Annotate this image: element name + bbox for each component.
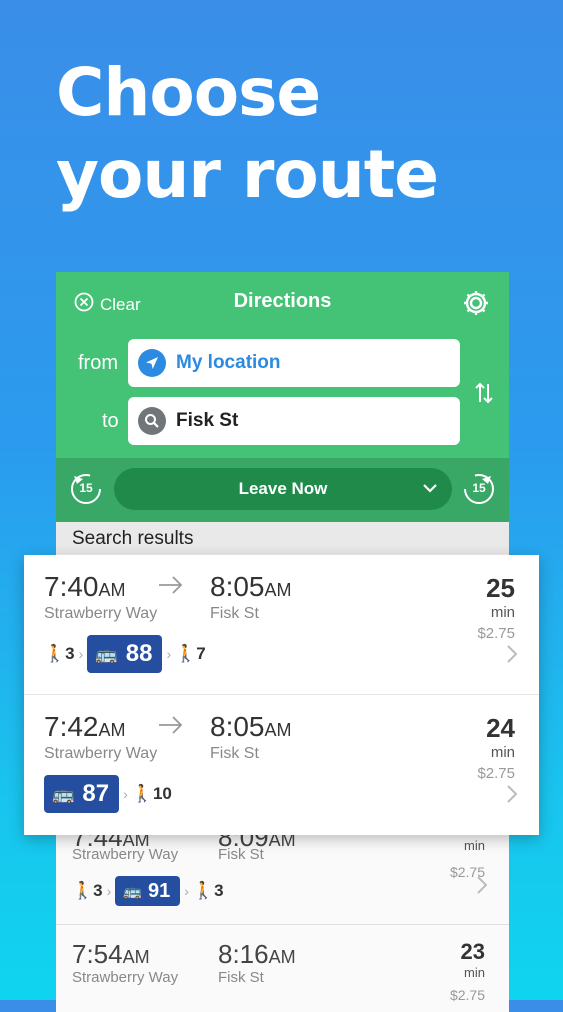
walk-icon: 🚶 [131, 784, 153, 803]
bus-badge: 🚌 91 [115, 876, 181, 906]
bus-badge: 🚌 87 [44, 775, 120, 813]
list-item[interactable]: 7:40AM 8:05AM Strawberry Way Fisk St 25 m… [24, 555, 539, 695]
duration-unit: min [490, 604, 515, 621]
leave-bar: 15 Leave Now 15 [56, 458, 509, 522]
list-item[interactable]: 7:42AM 8:05AM Strawberry Way Fisk St 24 m… [24, 695, 539, 835]
headline-line-2: your route [56, 136, 439, 213]
bus-icon: 🚌 [95, 643, 118, 664]
arrive-ampm: AM [268, 947, 296, 967]
chevron-right-icon: › [78, 646, 84, 662]
walk-icon: 🚶 [192, 881, 215, 900]
origin-stop: Strawberry Way [44, 605, 158, 622]
bus-badge: 🚌 88 [87, 635, 163, 673]
chevron-right-icon: › [123, 786, 128, 802]
arrive-ampm: AM [264, 580, 292, 600]
duration-value: 24 [486, 713, 515, 743]
section-title: Search results [72, 528, 194, 549]
fare: $2.75 [449, 987, 485, 1003]
duration-unit: min [490, 744, 515, 761]
depart-time: 7:40 [44, 571, 99, 602]
chevron-right-icon: › [184, 883, 189, 899]
duration-unit: min [464, 965, 485, 980]
walk-icon: 🚶 [175, 644, 197, 663]
from-value: My location [176, 352, 281, 373]
timer-left-value: 15 [79, 481, 93, 495]
origin-stop: Strawberry Way [72, 969, 179, 986]
swap-button[interactable] [473, 380, 495, 411]
to-value: Fisk St [176, 410, 239, 431]
from-field[interactable]: My location [128, 339, 460, 387]
bus-icon: 🚌 [123, 883, 142, 900]
duration-value: 25 [486, 573, 515, 603]
depart-ampm: AM [98, 580, 126, 600]
later-button[interactable]: 15 [461, 470, 497, 511]
origin-stop: Strawberry Way [44, 745, 158, 762]
walk-leg: 🚶 3 [44, 644, 75, 663]
walk-leg: 🚶 3 [72, 881, 103, 900]
highlighted-routes-card: 7:40AM 8:05AM Strawberry Way Fisk St 25 m… [24, 555, 539, 835]
arrow-right-icon [158, 715, 184, 740]
timer-right-value: 15 [472, 481, 486, 495]
walk-leg: 🚶 10 [131, 784, 172, 803]
location-arrow-icon [138, 349, 166, 377]
chevron-right-icon [507, 645, 518, 668]
depart-ampm: AM [122, 947, 150, 967]
duration-value: 23 [460, 939, 485, 964]
walk-icon: 🚶 [72, 881, 94, 900]
to-label: to [102, 410, 119, 432]
arrive-time: 8:16 [218, 939, 269, 969]
destination-stop: Fisk St [218, 846, 264, 863]
origin-stop: Strawberry Way [72, 846, 179, 863]
headline: Choose your route [56, 52, 439, 216]
fare: $2.75 [477, 625, 515, 642]
depart-time: 7:42 [44, 711, 99, 742]
destination-stop: Fisk St [210, 605, 259, 622]
fare: $2.75 [477, 765, 515, 782]
arrive-time: 8:05 [210, 711, 265, 742]
directions-header: Clear Directions from My location to Fis… [56, 272, 509, 458]
settings-button[interactable] [461, 288, 491, 323]
walk-leg: 🚶 3 [192, 881, 224, 900]
earlier-button[interactable]: 15 [68, 470, 104, 511]
bus-icon: 🚌 [52, 783, 75, 804]
arrive-time: 8:05 [210, 571, 265, 602]
duration-unit: min [464, 838, 485, 853]
chevron-right-icon: › [166, 646, 172, 662]
arrow-right-icon [158, 575, 184, 600]
search-results-header: Search results [56, 522, 509, 554]
chevron-right-icon [477, 876, 488, 899]
chevron-down-icon [422, 480, 438, 501]
destination-stop: Fisk St [210, 745, 259, 762]
search-icon [138, 407, 166, 435]
leave-now-dropdown[interactable]: Leave Now [114, 468, 452, 510]
destination-stop: Fisk St [218, 969, 264, 986]
headline-line-1: Choose [56, 54, 321, 131]
from-label: from [78, 352, 118, 374]
gear-icon [461, 291, 491, 322]
walk-icon: 🚶 [44, 644, 66, 663]
chevron-right-icon: › [106, 883, 112, 899]
depart-time: 7:54 [72, 939, 123, 969]
chevron-right-icon [507, 785, 518, 808]
arrive-ampm: AM [264, 720, 292, 740]
walk-leg: 🚶 7 [175, 644, 206, 663]
list-item[interactable]: 7:54AM 8:16AM Strawberry Way Fisk St 23 m… [56, 925, 509, 1012]
depart-ampm: AM [98, 720, 126, 740]
leave-now-label: Leave Now [238, 479, 328, 498]
to-field[interactable]: Fisk St [128, 397, 460, 445]
swap-arrows-icon [473, 382, 495, 410]
page-title: Directions [233, 290, 332, 312]
